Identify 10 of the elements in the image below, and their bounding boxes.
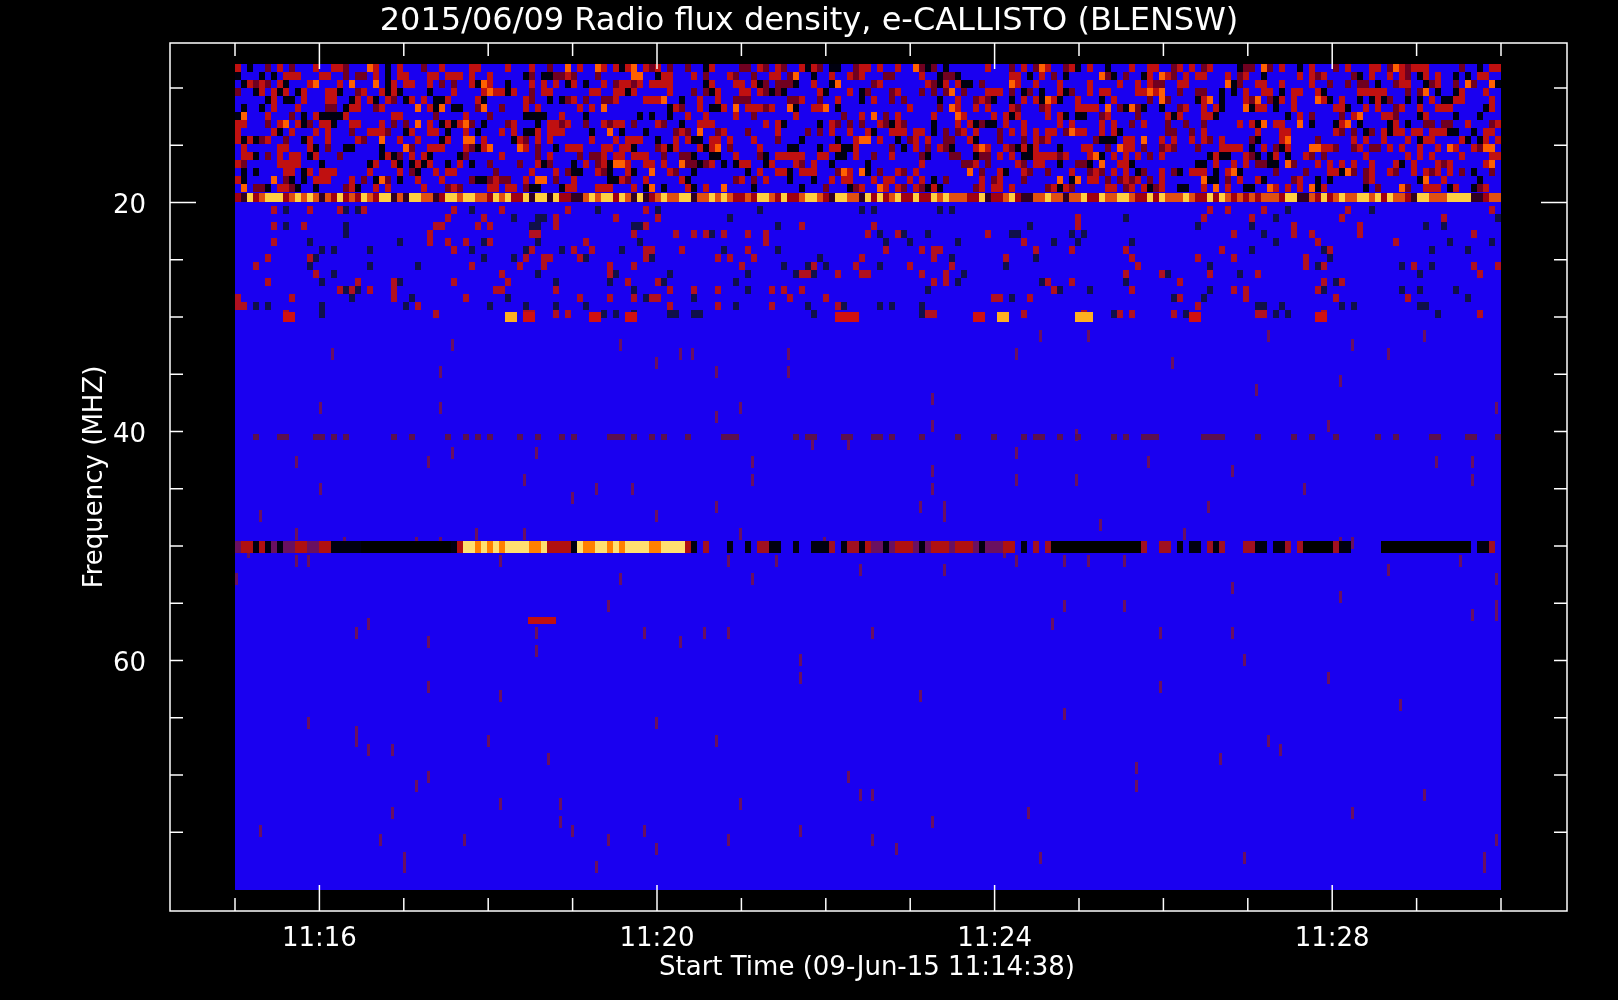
x-tick-label: 11:20 [619,922,695,952]
y-tick-label: 40 [112,418,146,448]
x-tick-label: 11:16 [281,922,357,952]
y-tick-label: 60 [112,647,146,677]
x-tick-label: 11:24 [957,922,1033,952]
y-axis-label: Frequency (MHZ) [78,365,108,589]
y-tick-label: 20 [112,189,146,219]
x-axis-label: Start Time (09-Jun-15 11:14:38) [659,951,1075,981]
x-tick-label: 11:28 [1294,922,1370,952]
chart-title: 2015/06/09 Radio flux density, e-CALLISTO (BLENSW) [379,0,1239,38]
